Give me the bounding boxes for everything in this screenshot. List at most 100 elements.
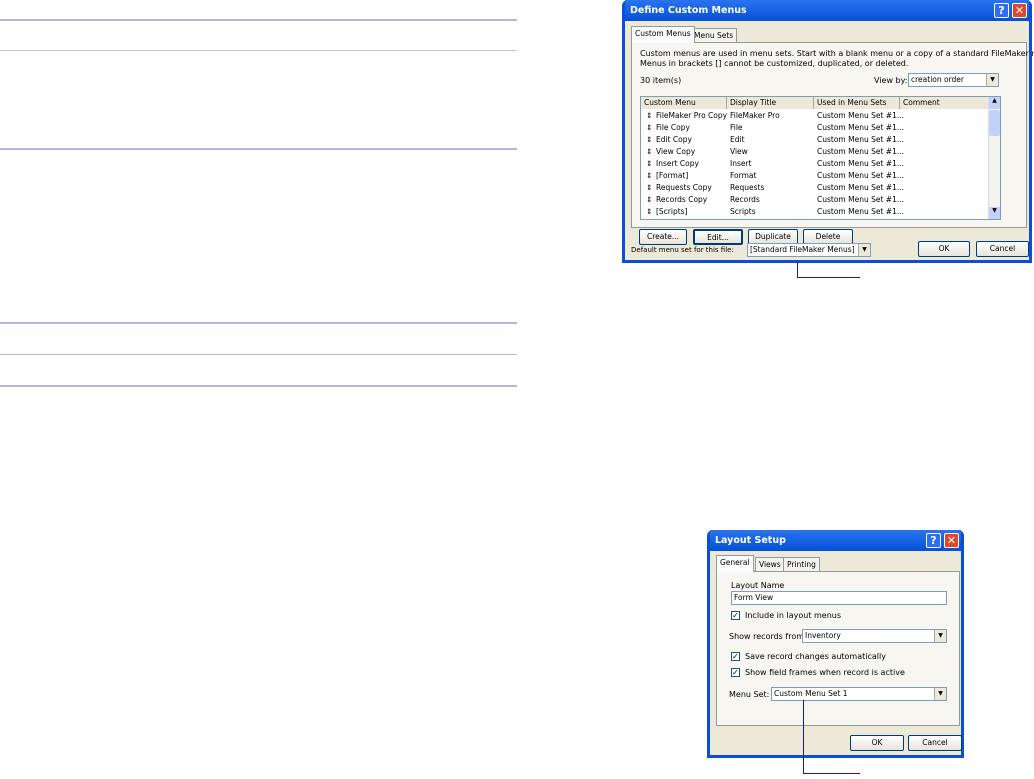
table-row[interactable]: ⇕ [Scripts] Scripts Custom Menu Set #1... bbox=[641, 206, 989, 218]
menu-sets-cell: Custom Menu Set #1... bbox=[817, 111, 905, 120]
tab-views[interactable]: Views bbox=[755, 557, 785, 572]
callout-line bbox=[797, 277, 860, 278]
table-row[interactable]: ⇕ View Copy View Custom Menu Set #1... bbox=[641, 146, 989, 158]
custom-menu-cell: Edit Copy bbox=[656, 135, 692, 144]
menu-set-value: Custom Menu Set 1 bbox=[774, 689, 848, 698]
help-icon[interactable]: ? bbox=[926, 533, 941, 548]
menu-sets-cell: Custom Menu Set #1... bbox=[817, 183, 905, 192]
table-row[interactable]: ⇕ Insert Copy Insert Custom Menu Set #1... bbox=[641, 158, 989, 170]
tab-menu-sets[interactable]: Menu Sets bbox=[690, 28, 738, 43]
drag-handle-icon[interactable]: ⇕ bbox=[646, 146, 652, 158]
menu-sets-cell: Custom Menu Set #1... bbox=[817, 171, 905, 180]
rule bbox=[0, 385, 517, 387]
scroll-up-icon[interactable]: ▲ bbox=[989, 97, 1000, 109]
display-title-cell: Edit bbox=[730, 135, 745, 144]
cancel-button[interactable]: Cancel bbox=[976, 241, 1029, 257]
table-row[interactable]: ⇕ [Format] Format Custom Menu Set #1... bbox=[641, 170, 989, 182]
help-icon[interactable]: ? bbox=[994, 3, 1009, 18]
close-icon[interactable]: ✕ bbox=[1012, 3, 1027, 18]
table-row[interactable]: ⇕ Edit Copy Edit Custom Menu Set #1... bbox=[641, 134, 989, 146]
chevron-down-icon[interactable]: ▼ bbox=[934, 688, 946, 700]
custom-menu-cell: [Format] bbox=[656, 171, 689, 180]
save-changes-checkbox[interactable]: ✓ bbox=[731, 652, 740, 661]
chevron-down-icon[interactable]: ▼ bbox=[934, 630, 946, 642]
rule bbox=[0, 148, 517, 150]
layout-setup-dialog: Layout Setup ? ✕ General Views Printing … bbox=[707, 530, 964, 758]
tab-general[interactable]: General bbox=[716, 555, 754, 572]
ok-button[interactable]: OK bbox=[918, 241, 970, 257]
default-menu-set-select[interactable]: [Standard FileMaker Menus] ▼ bbox=[747, 243, 871, 257]
custom-menu-cell: Records Copy bbox=[656, 195, 708, 204]
column-header[interactable]: Display Title bbox=[727, 97, 814, 109]
chevron-down-icon[interactable]: ▼ bbox=[858, 244, 870, 256]
menu-sets-cell: Custom Menu Set #1... bbox=[817, 207, 905, 216]
default-menu-set-label: Default menu set for this file: bbox=[631, 246, 734, 254]
close-icon[interactable]: ✕ bbox=[944, 533, 959, 548]
drag-handle-icon[interactable]: ⇕ bbox=[646, 206, 652, 218]
column-header[interactable]: Used in Menu Sets bbox=[814, 97, 900, 109]
drag-handle-icon[interactable]: ⇕ bbox=[646, 110, 652, 122]
drag-handle-icon[interactable]: ⇕ bbox=[646, 182, 652, 194]
define-custom-menus-dialog: Define Custom Menus ? ✕ Custom Menus Men… bbox=[622, 0, 1034, 263]
field-frames-label: Show field frames when record is active bbox=[745, 668, 905, 677]
display-title-cell: Insert bbox=[730, 159, 752, 168]
edit-button[interactable]: Edit... bbox=[693, 229, 743, 245]
show-records-select[interactable]: Inventory ▼ bbox=[802, 629, 947, 643]
table-row[interactable]: ⇕ File Copy File Custom Menu Set #1... bbox=[641, 122, 989, 134]
dialog-title: Define Custom Menus bbox=[630, 5, 747, 16]
rule bbox=[0, 19, 517, 21]
column-header[interactable]: Comment bbox=[900, 97, 990, 109]
callout-line bbox=[803, 700, 804, 774]
scroll-thumb[interactable] bbox=[989, 110, 1000, 136]
drag-handle-icon[interactable]: ⇕ bbox=[646, 122, 652, 134]
scrollbar[interactable]: ▲ ▼ bbox=[988, 97, 1000, 219]
display-title-cell: File bbox=[730, 123, 743, 132]
display-title-cell: Requests bbox=[730, 183, 765, 192]
title-bar: Define Custom Menus ? ✕ bbox=[625, 0, 1029, 21]
item-count: 30 item(s) bbox=[640, 76, 682, 85]
ok-button[interactable]: OK bbox=[850, 735, 904, 751]
callout-line bbox=[803, 773, 860, 774]
drag-handle-icon[interactable]: ⇕ bbox=[646, 194, 652, 206]
rule bbox=[0, 354, 517, 355]
title-bar: Layout Setup ? ✕ bbox=[710, 530, 961, 551]
show-records-label: Show records from: bbox=[729, 632, 807, 641]
column-header[interactable]: Custom Menu bbox=[641, 97, 727, 109]
create-button[interactable]: Create... bbox=[639, 229, 687, 245]
general-panel: Layout Name Form View ✓ Include in layou… bbox=[716, 571, 960, 726]
custom-menu-cell: Insert Copy bbox=[656, 159, 699, 168]
drag-handle-icon[interactable]: ⇕ bbox=[646, 134, 652, 146]
drag-handle-icon[interactable]: ⇕ bbox=[646, 158, 652, 170]
layout-name-input[interactable]: Form View bbox=[731, 591, 947, 605]
view-by-label: View by: bbox=[874, 76, 908, 85]
include-checkbox[interactable]: ✓ bbox=[731, 611, 740, 620]
display-title-cell: View bbox=[730, 147, 748, 156]
menu-sets-cell: Custom Menu Set #1... bbox=[817, 147, 905, 156]
view-by-select[interactable]: creation order ▼ bbox=[908, 73, 999, 87]
scroll-down-icon[interactable]: ▼ bbox=[989, 207, 1000, 219]
display-title-cell: FileMaker Pro bbox=[730, 111, 780, 120]
drag-handle-icon[interactable]: ⇕ bbox=[646, 170, 652, 182]
callout-line bbox=[797, 262, 798, 278]
chevron-down-icon[interactable]: ▼ bbox=[986, 74, 998, 86]
menu-set-select[interactable]: Custom Menu Set 1 ▼ bbox=[771, 687, 947, 701]
table-row[interactable]: ⇕ Records Copy Records Custom Menu Set #1..… bbox=[641, 194, 989, 206]
custom-menu-list[interactable]: Custom Menu Display Title Used in Menu S… bbox=[640, 96, 1001, 220]
table-row[interactable]: ⇕ FileMaker Pro Copy FileMaker Pro Custom M… bbox=[641, 110, 989, 122]
include-label: Include in layout menus bbox=[745, 611, 842, 620]
custom-menu-cell: FileMaker Pro Copy bbox=[656, 111, 728, 120]
tab-custom-menus[interactable]: Custom Menus bbox=[631, 26, 695, 43]
field-frames-checkbox[interactable]: ✓ bbox=[731, 668, 740, 677]
cancel-button[interactable]: Cancel bbox=[908, 735, 962, 751]
menu-sets-cell: Custom Menu Set #1... bbox=[817, 159, 905, 168]
menu-set-label: Menu Set: bbox=[729, 690, 770, 699]
view-by-value: creation order bbox=[911, 75, 965, 84]
table-row[interactable]: ⇕ Requests Copy Requests Custom Menu Set #1… bbox=[641, 182, 989, 194]
tab-printing[interactable]: Printing bbox=[783, 557, 820, 572]
layout-name-label: Layout Name bbox=[731, 581, 785, 590]
menu-sets-cell: Custom Menu Set #1... bbox=[817, 123, 905, 132]
menu-sets-cell: Custom Menu Set #1... bbox=[817, 195, 905, 204]
display-title-cell: Format bbox=[730, 171, 757, 180]
custom-menu-cell: Requests Copy bbox=[656, 183, 712, 192]
rule bbox=[0, 322, 517, 324]
